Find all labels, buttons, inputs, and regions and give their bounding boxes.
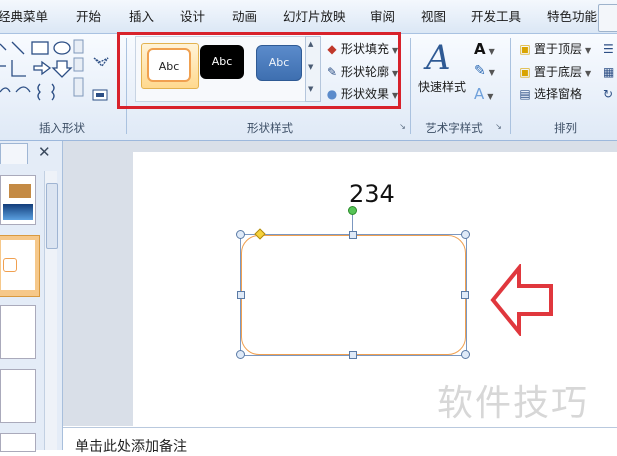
- tab-design[interactable]: 设计: [180, 0, 205, 33]
- text-fill-icon[interactable]: A ▼: [474, 40, 495, 58]
- resize-handle-left[interactable]: [237, 291, 245, 299]
- selection-pane-button[interactable]: ▤ 选择窗格: [518, 85, 582, 103]
- tab-home[interactable]: 开始: [76, 0, 101, 33]
- resize-handle-top-left[interactable]: [236, 230, 245, 239]
- tab-insert[interactable]: 插入: [129, 0, 154, 33]
- bring-forward-label: 置于顶层: [534, 42, 583, 56]
- notes-pane[interactable]: 单击此处添加备注: [63, 427, 617, 455]
- highlight-annotation-box: [117, 32, 401, 109]
- arrange-group-label: 排列: [554, 121, 577, 135]
- thumbnail-shape: [3, 258, 17, 272]
- ribbon: 插入形状 Abc Abc Abc ▲ ▼ ▼ ◆ 形状填充 ▼ ✎ 形状轮廓 ▼ ● 形状…: [0, 32, 617, 141]
- tab-developer[interactable]: 开发工具: [471, 0, 521, 33]
- scrollbar-thumb[interactable]: [46, 183, 58, 249]
- text-outline-icon[interactable]: ✎ ▼: [474, 63, 495, 79]
- send-backward-button[interactable]: ▣ 置于底层 ▼: [518, 63, 591, 81]
- shape-gallery-icon[interactable]: [0, 36, 124, 118]
- selection-pane-icon: ▤: [519, 87, 531, 101]
- slide-thumbnail-2-selected[interactable]: [0, 235, 40, 297]
- slide-thumbnail-4[interactable]: [0, 369, 36, 423]
- group-divider: [510, 38, 511, 134]
- shape-styles-group-label: 形状样式: [247, 121, 293, 135]
- tab-review[interactable]: 审阅: [370, 0, 395, 33]
- slides-pane-scrollbar[interactable]: [44, 171, 58, 450]
- align-icon[interactable]: ☰: [603, 42, 614, 56]
- insert-shapes-group-label: 插入形状: [39, 121, 85, 135]
- ribbon-tab-bar: 经典菜单 开始 插入 设计 动画 幻灯片放映 审阅 视图 开发工具 特色功能: [0, 0, 617, 34]
- resize-handle-right[interactable]: [461, 291, 469, 299]
- rotation-handle[interactable]: [348, 206, 357, 215]
- text-effects-icon[interactable]: A ▼: [474, 85, 493, 103]
- slide-thumbnail-5[interactable]: [0, 433, 36, 452]
- wordart-group-label: 艺术字样式: [425, 121, 483, 135]
- wordart-launcher-icon[interactable]: ↘: [494, 122, 503, 131]
- insert-shapes-group: [0, 36, 124, 118]
- resize-handle-top-right[interactable]: [461, 230, 470, 239]
- resize-handle-bottom-left[interactable]: [236, 350, 245, 359]
- red-arrow-annotation-icon: [490, 264, 553, 336]
- resize-handle-bottom-right[interactable]: [461, 350, 470, 359]
- slide-thumbnail-1[interactable]: [0, 175, 36, 225]
- resize-handle-top[interactable]: [349, 231, 357, 239]
- wordart-a-icon: A: [426, 38, 451, 78]
- rotate-icon[interactable]: ↻: [603, 87, 613, 101]
- tab-scroll-button[interactable]: [598, 4, 617, 32]
- shape-styles-launcher-icon[interactable]: ↘: [398, 122, 407, 131]
- selection-bounding-box: [240, 234, 467, 356]
- tab-animation[interactable]: 动画: [232, 0, 257, 33]
- group-icon[interactable]: ▦: [603, 65, 614, 79]
- tab-view[interactable]: 视图: [421, 0, 446, 33]
- tab-classic-menu[interactable]: 经典菜单: [0, 0, 48, 33]
- slide-thumbnail-3[interactable]: [0, 305, 36, 359]
- send-backward-icon: ▣: [519, 65, 531, 79]
- thumbnail-image: [9, 184, 31, 198]
- tab-special-features[interactable]: 特色功能: [547, 0, 597, 33]
- resize-handle-bottom[interactable]: [349, 351, 357, 359]
- quick-styles-label: 快速样式: [418, 80, 467, 94]
- thumbnail-image: [3, 204, 33, 220]
- send-backward-label: 置于底层: [534, 65, 583, 79]
- selection-pane-label: 选择窗格: [534, 87, 583, 101]
- thumbnail-canvas: [1, 240, 35, 290]
- quick-styles-button[interactable]: A 快速样式: [418, 40, 470, 110]
- group-divider: [410, 38, 411, 134]
- bring-forward-icon: ▣: [519, 42, 531, 56]
- watermark-text: 软件技巧: [437, 383, 590, 424]
- close-pane-icon[interactable]: ✕: [38, 143, 51, 161]
- bring-forward-button[interactable]: ▣ 置于顶层 ▼: [518, 40, 591, 58]
- tab-slideshow[interactable]: 幻灯片放映: [283, 0, 346, 33]
- slides-tab[interactable]: [0, 143, 28, 164]
- notes-placeholder[interactable]: 单击此处添加备注: [75, 438, 187, 456]
- slide-text-234[interactable]: 234: [349, 180, 395, 208]
- slides-pane: ✕: [0, 141, 63, 452]
